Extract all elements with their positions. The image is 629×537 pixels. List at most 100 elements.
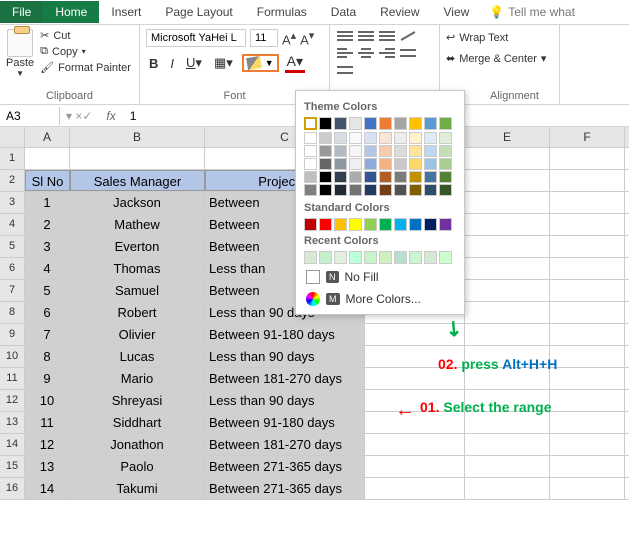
cell[interactable]: 11	[25, 412, 70, 433]
color-swatch[interactable]	[409, 184, 422, 196]
tab-review[interactable]: Review	[368, 1, 431, 23]
color-swatch[interactable]	[334, 117, 347, 130]
align-middle-button[interactable]	[357, 29, 375, 43]
color-swatch[interactable]	[439, 171, 452, 183]
tab-view[interactable]: View	[432, 1, 482, 23]
cell[interactable]: 2	[25, 214, 70, 235]
cell[interactable]: Between 181-270 days	[205, 434, 365, 455]
color-swatch[interactable]	[424, 158, 437, 170]
cell[interactable]: Between 91-180 days	[205, 324, 365, 345]
row-header[interactable]: 4	[0, 214, 25, 235]
color-swatch[interactable]	[319, 117, 332, 130]
color-swatch[interactable]	[439, 218, 452, 231]
color-swatch[interactable]	[304, 158, 317, 170]
wrap-text-button[interactable]: ↩Wrap Text	[446, 31, 553, 44]
cell[interactable]	[365, 456, 465, 477]
color-swatch[interactable]	[424, 218, 437, 231]
color-swatch[interactable]	[409, 218, 422, 231]
color-swatch[interactable]	[379, 251, 392, 264]
underline-button[interactable]: U▾	[183, 54, 205, 72]
cell[interactable]	[550, 302, 625, 323]
align-left-button[interactable]	[336, 46, 354, 60]
cell[interactable]	[550, 192, 625, 213]
row-header[interactable]: 10	[0, 346, 25, 367]
cell[interactable]: 6	[25, 302, 70, 323]
orientation-button[interactable]	[399, 29, 417, 43]
color-swatch[interactable]	[304, 132, 317, 144]
cell[interactable]: 14	[25, 478, 70, 499]
color-swatch[interactable]	[379, 171, 392, 183]
italic-button[interactable]: I	[167, 55, 177, 72]
color-swatch[interactable]	[409, 132, 422, 144]
cell[interactable]	[465, 302, 550, 323]
color-swatch[interactable]	[439, 145, 452, 157]
color-swatch[interactable]	[409, 158, 422, 170]
cell[interactable]: Between 91-180 days	[205, 412, 365, 433]
color-swatch[interactable]	[364, 218, 377, 231]
cut-button[interactable]: ✂Cut	[40, 29, 131, 42]
color-swatch[interactable]	[439, 117, 452, 130]
cell[interactable]	[550, 258, 625, 279]
decrease-indent-button[interactable]	[399, 46, 417, 60]
color-swatch[interactable]	[319, 171, 332, 183]
cell[interactable]	[550, 390, 625, 411]
cell[interactable]	[465, 258, 550, 279]
color-swatch[interactable]	[334, 158, 347, 170]
cell[interactable]: 12	[25, 434, 70, 455]
color-swatch[interactable]	[364, 145, 377, 157]
cell[interactable]	[550, 478, 625, 499]
no-fill-menu[interactable]: NNo Fill	[304, 266, 456, 288]
font-color-button[interactable]: A▾	[285, 53, 305, 73]
color-swatch[interactable]	[439, 251, 452, 264]
tab-file[interactable]: File	[0, 1, 43, 23]
align-center-button[interactable]	[357, 46, 375, 60]
tab-formulas[interactable]: Formulas	[245, 1, 319, 23]
color-swatch[interactable]	[364, 132, 377, 144]
color-swatch[interactable]	[409, 117, 422, 130]
grow-font-button[interactable]: A▴	[282, 29, 296, 47]
font-name-input[interactable]: Microsoft YaHei L	[146, 29, 246, 47]
color-swatch[interactable]	[379, 184, 392, 196]
bold-button[interactable]: B	[146, 55, 161, 72]
color-swatch[interactable]	[364, 251, 377, 264]
more-colors-menu[interactable]: MMore Colors...	[304, 288, 456, 310]
color-swatch[interactable]	[349, 184, 362, 196]
col-header-e[interactable]: E	[465, 127, 550, 147]
color-swatch[interactable]	[304, 171, 317, 183]
cell[interactable]: Lucas	[70, 346, 205, 367]
font-size-input[interactable]: 11	[250, 29, 278, 47]
color-swatch[interactable]	[364, 158, 377, 170]
row-header[interactable]: 1	[0, 148, 25, 169]
cell[interactable]: Jackson	[70, 192, 205, 213]
cell[interactable]	[550, 368, 625, 389]
color-swatch[interactable]	[304, 218, 317, 231]
color-swatch[interactable]	[439, 158, 452, 170]
color-swatch[interactable]	[379, 158, 392, 170]
cell[interactable]: Less than 90 days	[205, 390, 365, 411]
cell[interactable]	[465, 412, 550, 433]
formula-input[interactable]: 1	[124, 107, 143, 125]
color-swatch[interactable]	[379, 117, 392, 130]
cell[interactable]	[550, 412, 625, 433]
color-swatch[interactable]	[349, 132, 362, 144]
color-swatch[interactable]	[409, 145, 422, 157]
col-header-a[interactable]: A	[25, 127, 70, 147]
row-header[interactable]: 16	[0, 478, 25, 499]
color-swatch[interactable]	[334, 132, 347, 144]
color-swatch[interactable]	[319, 145, 332, 157]
cell[interactable]: Takumi	[70, 478, 205, 499]
color-swatch[interactable]	[319, 158, 332, 170]
row-header[interactable]: 12	[0, 390, 25, 411]
color-swatch[interactable]	[424, 132, 437, 144]
color-swatch[interactable]	[349, 145, 362, 157]
color-swatch[interactable]	[424, 117, 437, 130]
name-box[interactable]: A3	[0, 107, 60, 125]
cell[interactable]: Between 271-365 days	[205, 478, 365, 499]
color-swatch[interactable]	[334, 145, 347, 157]
cell[interactable]: Shreyasi	[70, 390, 205, 411]
color-swatch[interactable]	[334, 184, 347, 196]
cell[interactable]	[465, 280, 550, 301]
cell[interactable]	[365, 434, 465, 455]
cell[interactable]: Robert	[70, 302, 205, 323]
color-swatch[interactable]	[394, 251, 407, 264]
